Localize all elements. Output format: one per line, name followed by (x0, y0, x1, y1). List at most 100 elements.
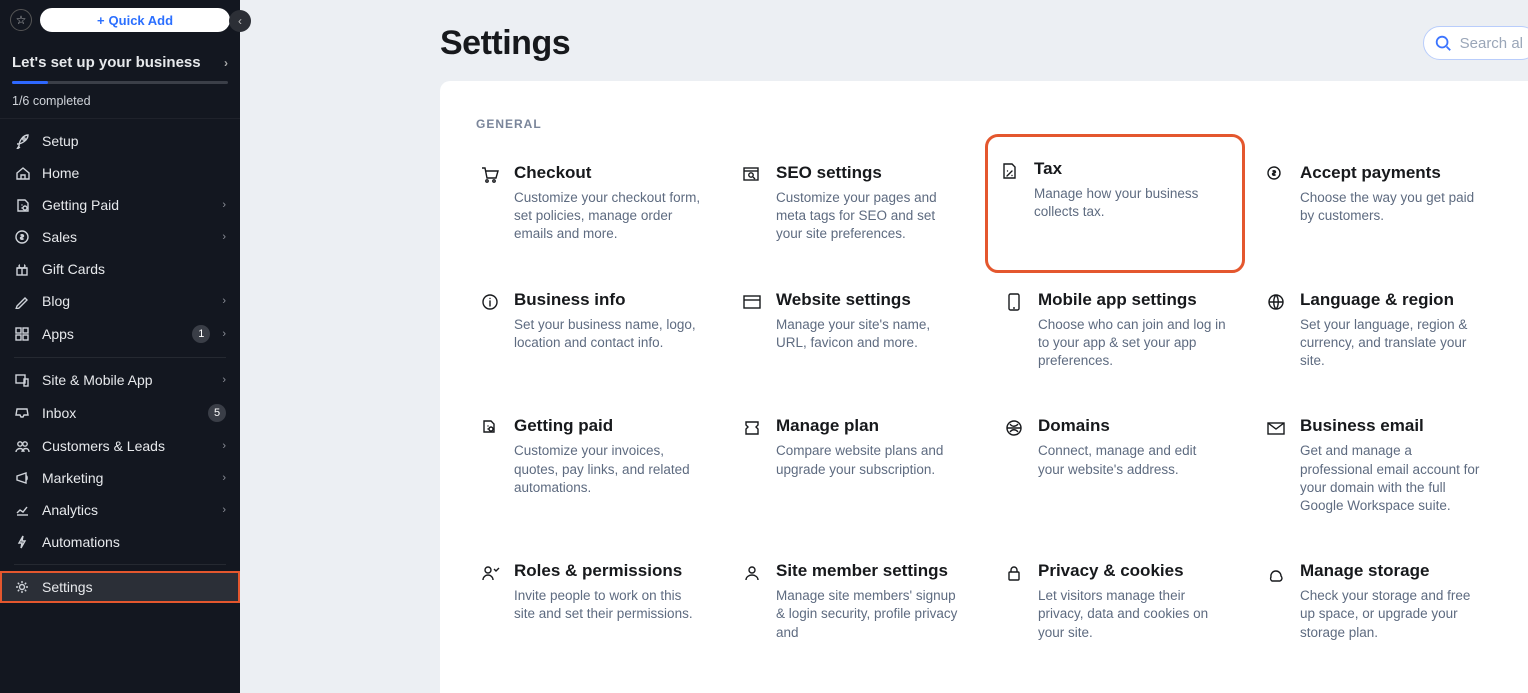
settings-card-site-member-settings[interactable]: Site member settings Manage site members'… (738, 557, 968, 646)
sidebar-item-sales[interactable]: Sales› (0, 221, 240, 253)
card-title: Language & region (1300, 290, 1488, 310)
sidebar-item-automations[interactable]: Automations (0, 526, 240, 558)
sidebar-item-setup[interactable]: Setup (0, 125, 240, 157)
nav-divider (14, 357, 226, 358)
search-icon (1434, 34, 1452, 52)
roles-icon (480, 563, 500, 583)
analytics-icon (14, 502, 30, 518)
card-title: Tax (1034, 159, 1230, 179)
settings-card-business-info[interactable]: Business infoSet your business name, log… (476, 286, 706, 375)
card-title: SEO settings (776, 163, 964, 183)
main-panel: Settings Search al GENERAL CheckoutCusto… (240, 0, 1528, 693)
card-title: Roles & permissions (514, 561, 702, 581)
quick-add-label: Quick Add (109, 13, 174, 28)
setup-progress-label: 1/6 completed (12, 94, 228, 108)
cart-icon (480, 165, 500, 185)
card-description: Set your language, region & currency, an… (1300, 316, 1488, 371)
card-title: Mobile app settings (1038, 290, 1226, 310)
sidebar-item-apps[interactable]: Apps1› (0, 317, 240, 351)
card-description: Connect, manage and edit your website's … (1038, 442, 1226, 478)
search-placeholder: Search al (1460, 35, 1523, 52)
card-description: Set your business name, logo, location a… (514, 316, 702, 352)
primary-nav: SetupHomeGetting Paid›Sales›Gift CardsBl… (0, 119, 240, 609)
sidebar-collapse-toggle[interactable]: ‹ (229, 10, 251, 32)
sidebar-item-inbox[interactable]: Inbox5 (0, 396, 240, 430)
settings-card-checkout[interactable]: Checkout Customize your checkout form, se… (476, 159, 706, 248)
site-icon (14, 372, 30, 388)
settings-card-tax[interactable]: TaxManage how your business collects tax… (992, 141, 1238, 266)
info-icon (480, 292, 500, 312)
nav-divider (14, 564, 226, 565)
inbox-icon (14, 405, 30, 421)
chevron-right-icon: › (222, 440, 226, 452)
sidebar-item-gift-cards[interactable]: Gift Cards (0, 253, 240, 285)
chevron-right-icon: › (222, 295, 226, 307)
settings-card-mobile-app-settings[interactable]: Mobile app settings Choose who can join a… (1000, 286, 1230, 375)
privacy-icon (1004, 563, 1024, 583)
nav-badge: 5 (208, 404, 226, 422)
globe-icon (1266, 292, 1286, 312)
chevron-right-icon: › (222, 504, 226, 516)
sidebar: ☆ + Quick Add ‹ Let's set up your busine… (0, 0, 240, 693)
card-description: Customize your invoices, quotes, pay lin… (514, 442, 702, 497)
sidebar-item-label: Customers & Leads (42, 438, 210, 454)
apps-icon (14, 326, 30, 342)
sidebar-item-marketing[interactable]: Marketing › (0, 462, 240, 494)
settings-card-manage-storage[interactable]: Manage storageCheck your storage and fre… (1262, 557, 1492, 646)
card-title: Site member settings (776, 561, 964, 581)
settings-card-roles-permissions[interactable]: Roles & permissionsInvite people to work… (476, 557, 706, 646)
sidebar-item-home[interactable]: Home (0, 157, 240, 189)
sidebar-item-analytics[interactable]: Analytics› (0, 494, 240, 526)
card-title: Getting paid (514, 416, 702, 436)
settings-card-seo-settings[interactable]: SEO settingsCustomize your pages and met… (738, 159, 968, 248)
chevron-right-icon: › (224, 56, 228, 70)
settings-card-domains[interactable]: DomainsConnect, manage and edit your web… (1000, 412, 1230, 519)
chevron-right-icon: › (222, 231, 226, 243)
gear-icon (14, 579, 30, 595)
card-title: Checkout (514, 163, 702, 183)
mobile-icon (1004, 292, 1024, 312)
card-description: Customize your checkout form, set polici… (514, 189, 702, 244)
sidebar-item-blog[interactable]: Blog› (0, 285, 240, 317)
search-input[interactable]: Search al (1423, 26, 1528, 60)
quick-add-button[interactable]: + Quick Add (40, 8, 230, 32)
card-description: Manage your site's name, URL, favicon an… (776, 316, 964, 352)
browser-icon (742, 292, 762, 312)
card-description: Choose who can join and log in to your a… (1038, 316, 1226, 371)
sidebar-item-label: Gift Cards (42, 261, 226, 277)
marketing-icon (14, 470, 30, 486)
sidebar-item-site-mobile-app[interactable]: Site & Mobile App› (0, 364, 240, 396)
domain-icon (1004, 418, 1024, 438)
plus-icon: + (97, 13, 105, 28)
card-title: Manage storage (1300, 561, 1488, 581)
settings-card-privacy-cookies[interactable]: Privacy & cookiesLet visitors manage the… (1000, 557, 1230, 646)
automations-icon (14, 534, 30, 550)
sidebar-item-getting-paid[interactable]: Getting Paid› (0, 189, 240, 221)
card-description: Let visitors manage their privacy, data … (1038, 587, 1226, 642)
settings-panel: GENERAL CheckoutCustomize your checkout … (440, 81, 1528, 693)
card-description: Manage site members' signup & login secu… (776, 587, 964, 642)
settings-card-language-region[interactable]: Language & region Set your language, regi… (1262, 286, 1492, 375)
sidebar-item-settings[interactable]: Settings (0, 571, 240, 603)
tax-icon (1000, 161, 1020, 181)
settings-card-getting-paid[interactable]: Getting paid Customize your invoices, quo… (476, 412, 706, 519)
card-description: Compare website plans and upgrade your s… (776, 442, 964, 478)
storage-icon (1266, 563, 1286, 583)
card-title: Manage plan (776, 416, 964, 436)
sidebar-item-label: Setup (42, 133, 226, 149)
sidebar-item-label: Getting Paid (42, 197, 210, 213)
dollar-icon (14, 229, 30, 245)
sidebar-item-label: Site & Mobile App (42, 372, 210, 388)
card-title: Business email (1300, 416, 1488, 436)
sidebar-item-customers-leads[interactable]: Customers & Leads › (0, 430, 240, 462)
card-description: Get and manage a professional email acco… (1300, 442, 1488, 515)
sidebar-item-label: Marketing (42, 470, 210, 486)
settings-card-website-settings[interactable]: Website settingsManage your site's name,… (738, 286, 968, 375)
setup-progress-bar (12, 81, 228, 84)
settings-card-manage-plan[interactable]: Manage plan Compare website plans and upg… (738, 412, 968, 519)
favorite-star-icon[interactable]: ☆ (10, 9, 32, 31)
chevron-right-icon: › (222, 472, 226, 484)
setup-progress-row[interactable]: Let's set up your business › (12, 54, 228, 71)
settings-card-business-email[interactable]: Business email Get and manage a professio… (1262, 412, 1492, 519)
settings-card-accept-payments[interactable]: Accept paymentsChoose the way you get pa… (1262, 159, 1492, 248)
